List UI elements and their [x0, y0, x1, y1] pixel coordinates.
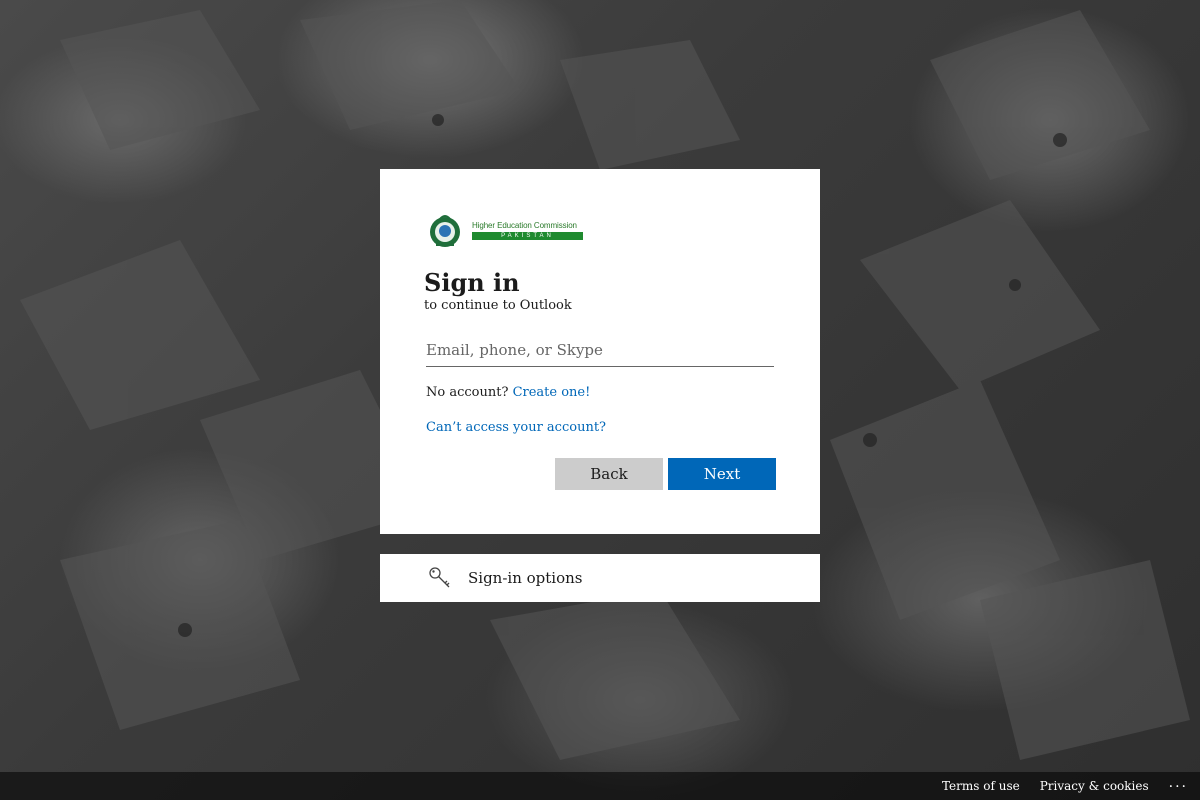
footer-bar: Terms of use Privacy & cookies ... — [0, 772, 1200, 800]
sign-in-options-button[interactable]: Sign-in options — [380, 554, 820, 602]
more-options-icon[interactable]: ... — [1169, 776, 1188, 790]
hec-logo: Higher Education Commission PAKISTAN — [424, 213, 776, 249]
logo-country: PAKISTAN — [472, 232, 583, 240]
key-icon — [429, 567, 450, 588]
logo-title: Higher Education Commission — [472, 221, 577, 230]
action-buttons: Back Next — [555, 458, 776, 490]
page-subtitle: to continue to Outlook — [424, 298, 572, 313]
no-account-text: No account? — [426, 385, 509, 400]
next-button[interactable]: Next — [668, 458, 776, 490]
terms-of-use-link[interactable]: Terms of use — [942, 779, 1020, 793]
create-account-link[interactable]: Create one! — [513, 385, 591, 400]
email-field-wrapper — [426, 335, 774, 367]
email-input[interactable] — [426, 335, 774, 366]
hec-emblem-icon — [430, 215, 460, 247]
privacy-cookies-link[interactable]: Privacy & cookies — [1040, 779, 1149, 793]
no-account-row: No account? Create one! — [426, 385, 776, 400]
cant-access-account-link[interactable]: Can’t access your account? — [426, 420, 776, 435]
page-title: Sign in — [424, 268, 520, 297]
sign-in-options-label: Sign-in options — [468, 569, 583, 587]
sign-in-card: Higher Education Commission PAKISTAN Sig… — [380, 169, 820, 534]
back-button[interactable]: Back — [555, 458, 663, 490]
